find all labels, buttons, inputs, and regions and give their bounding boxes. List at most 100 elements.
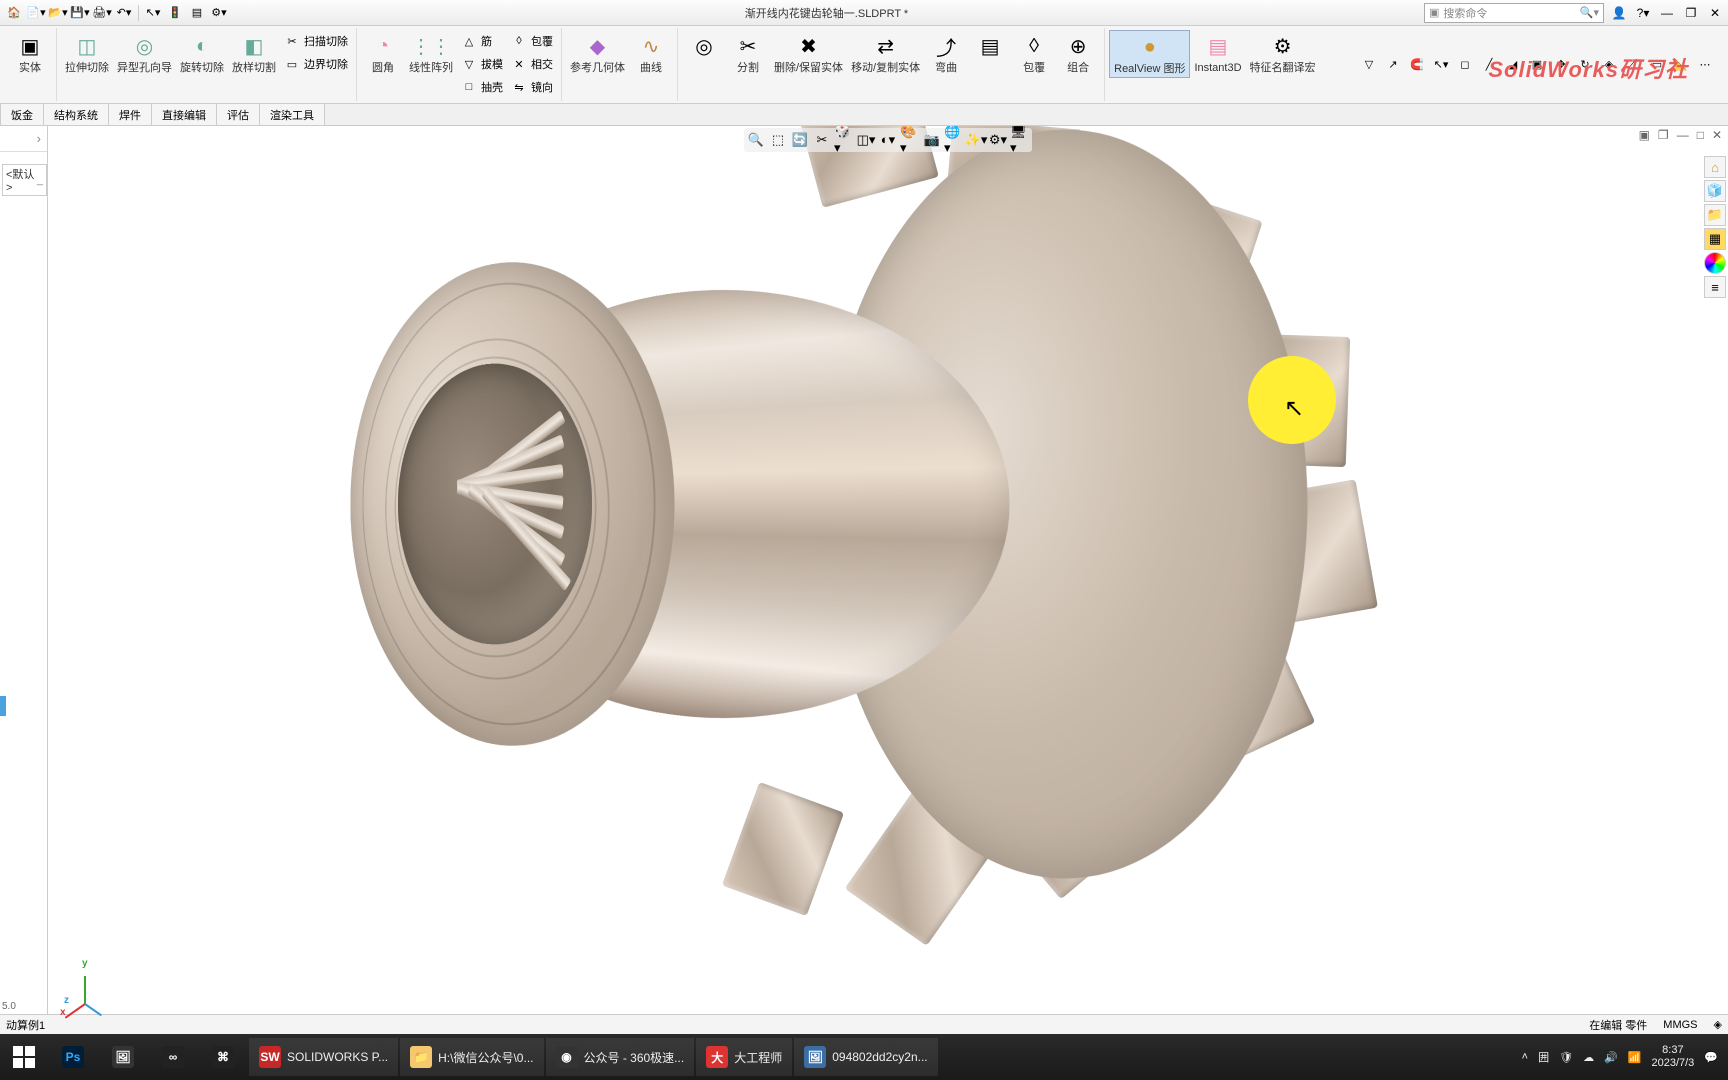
help-icon[interactable]: ?▾: [1634, 4, 1652, 22]
ribbon-linear-pattern[interactable]: ⋮⋮线性阵列: [405, 30, 457, 98]
vt-zoom-icon[interactable]: 🔍: [746, 130, 766, 150]
vt-scene-icon[interactable]: 🌐▾: [944, 130, 964, 150]
rs-home-icon[interactable]: ⌂: [1704, 156, 1726, 178]
sec-tab-render[interactable]: 渲染工具: [260, 104, 325, 125]
doc-close-button[interactable]: ✕: [1712, 128, 1722, 142]
ribbon-wrap2[interactable]: ◊包覆: [1012, 30, 1056, 76]
rb-box-icon[interactable]: ◻: [1454, 54, 1476, 76]
taskbar-app-7[interactable]: 大大工程师: [696, 1038, 792, 1076]
print-icon[interactable]: 🖨▾: [92, 3, 112, 23]
ribbon-move-body[interactable]: ⇄移动/复制实体: [847, 30, 924, 76]
search-icon[interactable]: 🔍▾: [1580, 6, 1599, 19]
vt-display-icon[interactable]: ◫▾: [856, 130, 876, 150]
home-icon[interactable]: 🏠: [4, 3, 24, 23]
rs-library-icon[interactable]: 📁: [1704, 204, 1726, 226]
taskbar-clock[interactable]: 8:37 2023/7/3: [1651, 1044, 1694, 1070]
taskbar-app-1[interactable]: 🖼: [99, 1038, 147, 1076]
status-units[interactable]: MMGS: [1663, 1019, 1697, 1031]
sec-tab-struct[interactable]: 结构系统: [44, 104, 109, 125]
vt-hide-icon[interactable]: ◐▾: [878, 130, 898, 150]
vt-orient-icon[interactable]: 🎲▾: [834, 130, 854, 150]
ribbon-mirror[interactable]: ⇋镜向: [507, 76, 557, 98]
undo-icon[interactable]: ↶▾: [114, 3, 134, 23]
left-panel-expand[interactable]: ›: [0, 126, 47, 152]
vt-edit-appear-icon[interactable]: 🎨▾: [900, 130, 920, 150]
ribbon-body[interactable]: ▣实体: [8, 30, 52, 76]
tray-notification-icon[interactable]: 💬: [1704, 1051, 1718, 1064]
ribbon-realview[interactable]: ●RealView 图形: [1109, 30, 1190, 78]
doc-maximize-button[interactable]: □: [1697, 128, 1704, 142]
ribbon-g5-5[interactable]: ▤: [968, 30, 1012, 76]
ribbon-shell[interactable]: □抽壳: [457, 76, 507, 98]
ribbon-curves[interactable]: ∿曲线: [629, 30, 673, 76]
vt-prev-icon[interactable]: 🔄: [790, 130, 810, 150]
viewport[interactable]: ▣ ❐ — □ ✕ 🔍 ⬚ 🔄 ✂ 🎲▾ ◫▾ ◐▾ 🎨▾ 📷 🌐▾ ✨▾ ⚙▾…: [48, 126, 1728, 1034]
minimize-button[interactable]: —: [1658, 4, 1676, 22]
ribbon-instant3d[interactable]: ▤Instant3D: [1190, 30, 1245, 78]
rs-view-palette-icon[interactable]: ▦: [1704, 228, 1726, 250]
orientation-triad[interactable]: y x z: [64, 964, 114, 1014]
rb-select-icon[interactable]: ↗: [1382, 54, 1404, 76]
ribbon-draft[interactable]: ▽拔模: [457, 53, 507, 75]
config-tag[interactable]: <默认> _: [2, 164, 47, 196]
sec-tab-eval[interactable]: 评估: [217, 104, 260, 125]
system-tray[interactable]: ˄ 囲 🛡 ☁ 🔊 📶 8:37 2023/7/3 💬: [1512, 1044, 1728, 1070]
ribbon-fillet[interactable]: ◔圆角: [361, 30, 405, 98]
rs-resources-icon[interactable]: 🧊: [1704, 180, 1726, 202]
close-button[interactable]: ✕: [1706, 4, 1724, 22]
tray-ime-icon[interactable]: 囲: [1538, 1049, 1549, 1065]
ribbon-rib[interactable]: △筋: [457, 30, 507, 52]
doc-icon[interactable]: ▣: [1639, 128, 1650, 142]
rs-appearance-icon[interactable]: [1704, 252, 1726, 274]
rb-filter-icon[interactable]: ▽: [1358, 54, 1380, 76]
vt-render-icon[interactable]: ✨▾: [966, 130, 986, 150]
tray-defender-icon[interactable]: 🛡: [1559, 1051, 1573, 1064]
sec-tab-weld[interactable]: 焊件: [109, 104, 152, 125]
rs-properties-icon[interactable]: ≡: [1704, 276, 1726, 298]
ribbon-loft-cut[interactable]: ◧放样切割: [228, 30, 280, 76]
rb-magnet-icon[interactable]: 🧲: [1406, 54, 1428, 76]
taskbar-app-2[interactable]: ∞: [149, 1038, 197, 1076]
tray-cloud-icon[interactable]: ☁: [1583, 1051, 1594, 1064]
ribbon-sweep-cut[interactable]: ✂扫描切除: [280, 30, 352, 52]
options-icon[interactable]: ⚙▾: [209, 3, 229, 23]
ribbon-ref-geom[interactable]: ◆参考几何体: [566, 30, 629, 76]
new-icon[interactable]: 📄▾: [26, 3, 46, 23]
vt-monitor-icon[interactable]: 🖥▾: [1010, 130, 1030, 150]
tray-up-icon[interactable]: ˄: [1522, 1051, 1528, 1063]
vt-camera-icon[interactable]: 📷: [922, 130, 942, 150]
ribbon-flex[interactable]: ⤴弯曲: [924, 30, 968, 76]
tray-volume-icon[interactable]: 🔊: [1604, 1051, 1618, 1064]
user-icon[interactable]: 👤: [1610, 4, 1628, 22]
ribbon-wrap[interactable]: ◊包覆: [507, 30, 557, 52]
doc-minimize-button[interactable]: —: [1677, 128, 1689, 142]
taskbar-app-3[interactable]: ⌘: [199, 1038, 247, 1076]
taskbar-app-4[interactable]: SWSOLIDWORKS P...: [249, 1038, 398, 1076]
ribbon-split[interactable]: ✂分割: [726, 30, 770, 76]
vt-settings-icon[interactable]: ⚙▾: [988, 130, 1008, 150]
ribbon-intersect[interactable]: ✕相交: [507, 53, 557, 75]
sec-tab-sheetmetal[interactable]: 饭金: [0, 104, 44, 125]
taskbar-app-6[interactable]: ◉公众号 - 360极速...: [546, 1038, 695, 1076]
restore-button[interactable]: ❐: [1682, 4, 1700, 22]
ribbon-combine[interactable]: ⊕组合: [1056, 30, 1100, 76]
status-motion[interactable]: 动算例1: [6, 1017, 45, 1033]
ribbon-boundary-cut[interactable]: ▭边界切除: [280, 53, 352, 75]
search-input[interactable]: ▣ 搜索命令 🔍▾: [1424, 3, 1604, 23]
ribbon-extrude-cut[interactable]: ◫拉伸切除: [61, 30, 113, 76]
sec-tab-direct[interactable]: 直接编辑: [152, 104, 217, 125]
doc-restore-button[interactable]: ❐: [1658, 128, 1669, 142]
select-icon[interactable]: ↖▾: [143, 3, 163, 23]
rb-cursor-icon[interactable]: ↖▾: [1430, 54, 1452, 76]
rb-more-icon[interactable]: ⋯: [1694, 54, 1716, 76]
open-icon[interactable]: 📂▾: [48, 3, 68, 23]
rebuild-icon[interactable]: 🚦: [165, 3, 185, 23]
ribbon-revolve-cut[interactable]: ◐旋转切除: [176, 30, 228, 76]
ribbon-translate-macro[interactable]: ⚙特征名翻译宏: [1246, 30, 1320, 78]
vt-window-icon[interactable]: ⬚: [768, 130, 788, 150]
rollback-bar[interactable]: [0, 696, 6, 716]
taskbar-app-0[interactable]: Ps: [49, 1038, 97, 1076]
tray-net-icon[interactable]: 📶: [1628, 1051, 1642, 1064]
ribbon-g5-0[interactable]: ◎: [682, 30, 726, 76]
taskbar-app-8[interactable]: 🖼094802dd2cy2n...: [794, 1038, 937, 1076]
